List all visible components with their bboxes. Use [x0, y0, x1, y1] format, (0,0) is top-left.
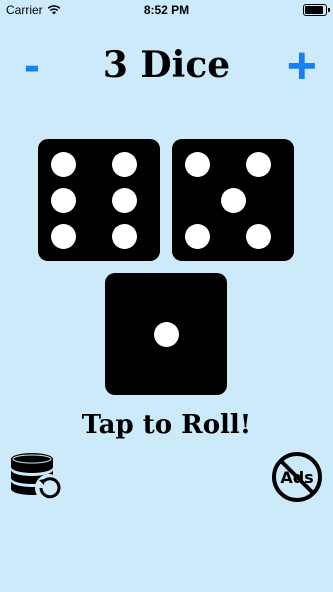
- die-pip: [111, 223, 137, 249]
- die-pip: [111, 151, 137, 177]
- die-pip: [50, 223, 76, 249]
- status-bar: Carrier 8:52 PM: [0, 0, 333, 20]
- die-pip: [184, 223, 210, 249]
- die-1[interactable]: [38, 139, 160, 261]
- die-2[interactable]: [172, 139, 294, 261]
- header: - 3 Dice +: [0, 40, 333, 96]
- status-time: 8:52 PM: [143, 3, 190, 17]
- die-pip: [245, 223, 271, 249]
- battery-level-fill: [305, 6, 323, 14]
- die-pip: [153, 321, 179, 347]
- increase-dice-button[interactable]: +: [287, 40, 317, 92]
- die-pip: [184, 151, 210, 177]
- die-pip: [245, 151, 271, 177]
- die-pip: [220, 187, 246, 213]
- die-3[interactable]: [105, 273, 227, 395]
- page-title: 3 Dice: [102, 44, 231, 86]
- die-pip: [50, 187, 76, 213]
- tap-to-roll-label[interactable]: Tap to Roll!: [0, 410, 333, 440]
- die-pip: [50, 151, 76, 177]
- no-ads-text: Ads: [280, 468, 313, 487]
- database-restore-icon[interactable]: [8, 451, 64, 503]
- no-ads-icon[interactable]: Ads: [270, 451, 324, 503]
- die-pip: [111, 187, 137, 213]
- battery-icon: [303, 4, 330, 16]
